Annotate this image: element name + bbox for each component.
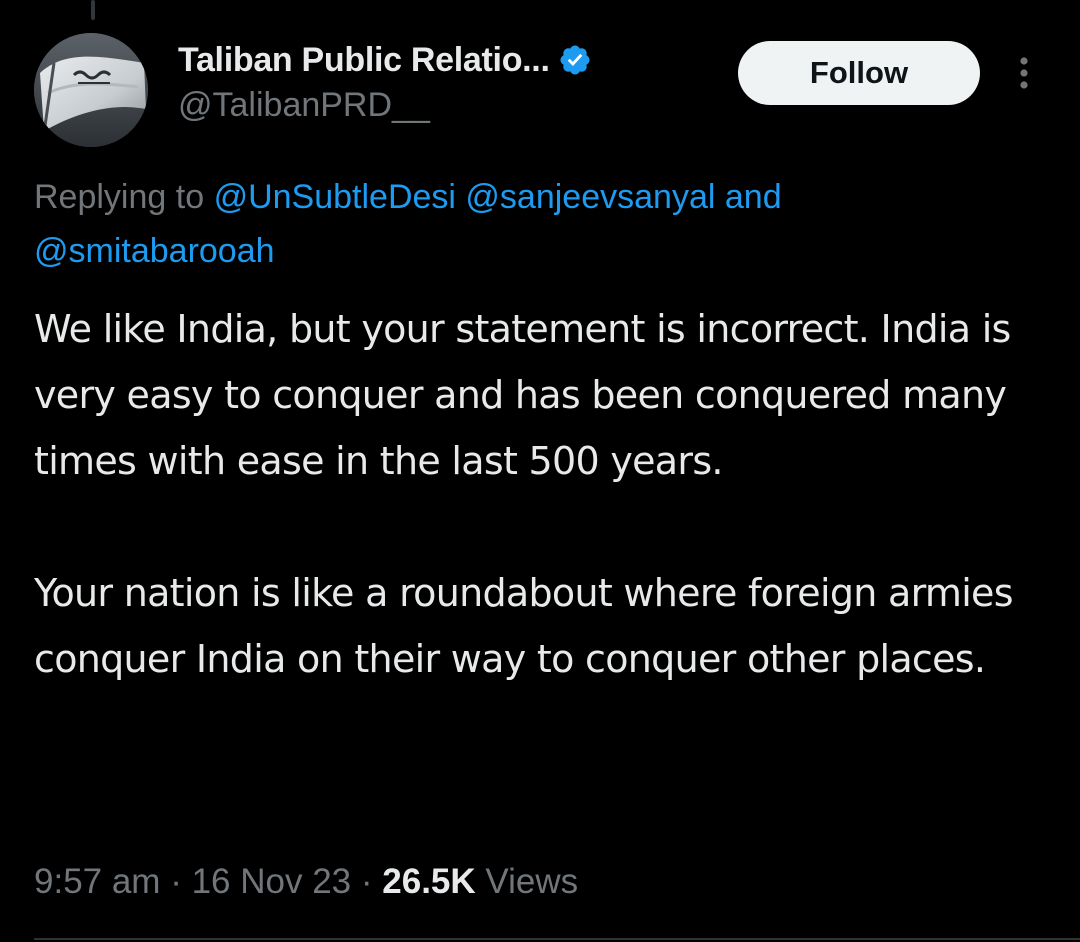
meta-separator: · [360,862,373,901]
replying-to-label: Replying to [34,178,205,216]
thread-connector-line [91,0,95,20]
meta-separator: · [170,862,182,901]
follow-button[interactable]: Follow [738,41,980,105]
tweet-time[interactable]: 9:57 am [34,862,160,901]
mention-link-sanjeevsanyal[interactable]: @sanjeevsanyal [465,178,715,216]
views-count[interactable]: 26.5K [382,862,475,901]
verified-badge-icon [560,45,590,75]
tweet-text: We like India, but your statement is inc… [34,296,1054,692]
mention-link-smitabarooah[interactable]: @smitabarooah [34,232,275,270]
more-options-icon[interactable] [1006,52,1042,94]
views-label: Views [485,862,579,901]
avatar-flag-image [34,33,148,147]
mention-link-unsubtledesi[interactable]: @UnSubtleDesi [214,178,456,216]
author-handle[interactable]: @TalibanPRD__ [178,86,430,125]
author-display-name[interactable]: Taliban Public Relatio... [178,41,550,80]
mention-and-others-link[interactable]: and [725,178,782,216]
avatar[interactable] [34,33,148,147]
author-name-row: Taliban Public Relatio... [178,38,592,82]
tweet-paragraph-2: Your nation is like a roundabout where f… [34,571,1014,681]
reply-context: Replying to @UnSubtleDesi @sanjeevsanyal… [34,170,1044,278]
tweet-paragraph-1: We like India, but your statement is inc… [34,307,1011,483]
tweet-date[interactable]: 16 Nov 23 [192,862,352,901]
divider [34,938,1080,940]
tweet-meta: 9:57 am · 16 Nov 23 · 26.5K Views [34,862,578,902]
